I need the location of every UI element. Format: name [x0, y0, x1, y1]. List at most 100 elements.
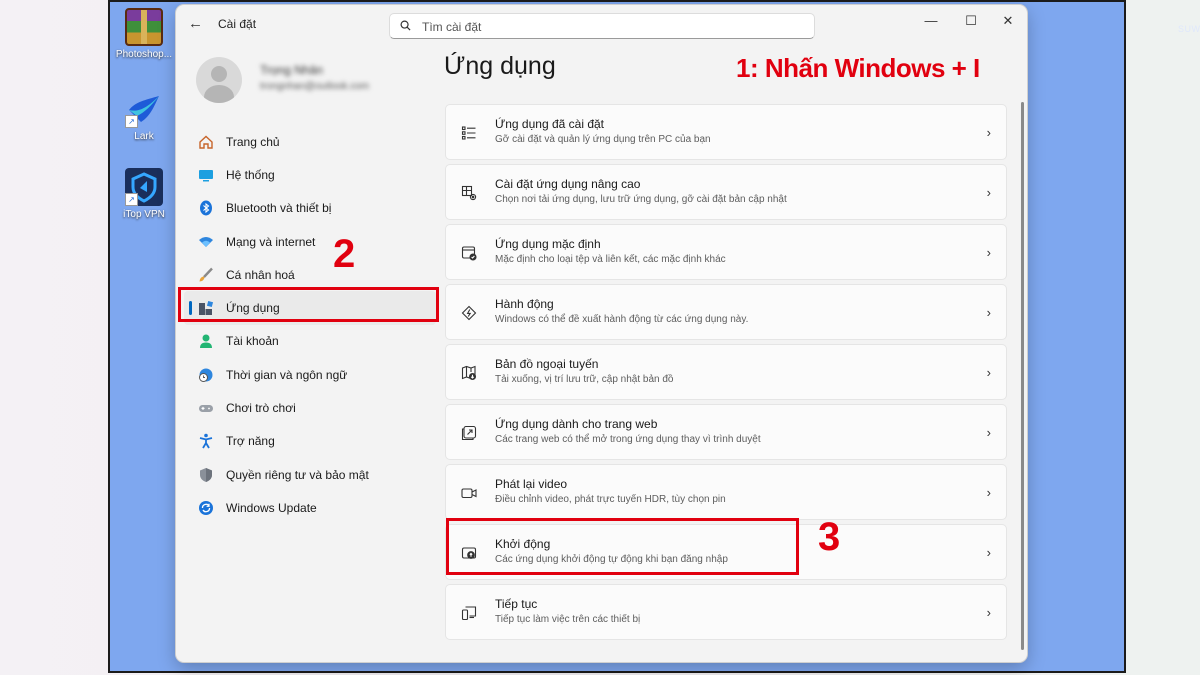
- window-title: Cài đặt: [218, 17, 257, 31]
- sidebar-item-label: Quyền riêng tư và bảo mật: [226, 467, 369, 482]
- card-offline-maps[interactable]: Bản đồ ngoại tuyến Tải xuống, vị trí lưu…: [445, 344, 1007, 400]
- card-subtitle: Tiếp tục làm việc trên các thiết bị: [495, 614, 641, 625]
- card-resume[interactable]: Tiếp tục Tiếp tục làm việc trên các thiế…: [445, 584, 1007, 640]
- video-icon: [460, 484, 478, 502]
- sidebar-item-privacy[interactable]: Quyền riêng tư và bảo mật: [184, 458, 436, 491]
- card-web-apps[interactable]: Ứng dụng dành cho trang web Các trang we…: [445, 404, 1007, 460]
- winrar-icon: [125, 8, 163, 46]
- desktop-icon-label: Photoshop...: [115, 49, 173, 60]
- sidebar-item-label: Tài khoản: [226, 334, 279, 349]
- sidebar-item-label: Hệ thống: [226, 167, 275, 182]
- card-subtitle: Các trang web có thể mở trong ứng dụng t…: [495, 434, 761, 445]
- card-installed-apps[interactable]: Ứng dụng đã cài đặt Gỡ cài đặt và quản l…: [445, 104, 1007, 160]
- search-box[interactable]: [389, 13, 815, 39]
- resume-icon: [460, 604, 478, 622]
- chevron-right-icon: ›: [986, 125, 991, 140]
- card-title: Tiếp tục: [495, 597, 538, 611]
- title-bar: ← Cài đặt — ☐ ✕: [176, 5, 1027, 43]
- default-apps-icon: [460, 244, 478, 262]
- desktop-icon-label: iTop VPN: [123, 209, 165, 220]
- actions-icon: [460, 304, 478, 322]
- shortcut-arrow-icon: ↗: [125, 115, 138, 128]
- sidebar-item-gaming[interactable]: Chơi trò chơi: [184, 391, 436, 424]
- card-default-apps[interactable]: Ứng dụng mặc định Mặc định cho loại tệp …: [445, 224, 1007, 280]
- card-title: Bản đồ ngoại tuyến: [495, 357, 599, 371]
- card-subtitle: Tải xuống, vị trí lưu trữ, cập nhật bản …: [495, 374, 674, 385]
- card-subtitle: Windows có thể đề xuất hành động từ các …: [495, 314, 749, 325]
- sidebar-item-system[interactable]: Hệ thống: [184, 158, 436, 191]
- desktop-icon-itop-vpn[interactable]: ↗ iTop VPN: [114, 168, 174, 220]
- sidebar-item-label: Mạng và internet: [226, 234, 316, 249]
- advanced-apps-icon: [460, 184, 478, 202]
- search-icon: [400, 20, 411, 31]
- sidebar-item-bluetooth[interactable]: Bluetooth và thiết bị: [184, 192, 436, 225]
- profile-email: trongnhan@outlook.com: [260, 81, 370, 92]
- chevron-right-icon: ›: [986, 545, 991, 560]
- offline-maps-icon: [460, 364, 478, 382]
- web-apps-icon: [460, 424, 478, 442]
- home-icon: [198, 134, 214, 150]
- sidebar-item-windows-update[interactable]: Windows Update: [184, 491, 436, 524]
- card-subtitle: Chọn nơi tải ứng dụng, lưu trữ ứng dụng,…: [495, 194, 787, 205]
- chevron-right-icon: ›: [986, 365, 991, 380]
- sidebar-item-network[interactable]: Mạng và internet: [184, 225, 436, 258]
- sidebar-item-label: Bluetooth và thiết bị: [226, 201, 332, 216]
- card-title: Phát lại video: [495, 477, 568, 491]
- page-title: Ứng dụng: [444, 52, 556, 80]
- desktop-icon-label: Lark: [134, 131, 154, 142]
- profile-name: Trọng Nhân: [260, 63, 323, 77]
- sidebar-nav: Trang chủ Hệ thống Bluetooth và thiết bị…: [184, 125, 436, 525]
- minimize-button[interactable]: —: [911, 9, 951, 33]
- card-title: Ứng dụng dành cho trang web: [495, 417, 658, 431]
- desktop-icon-photoshop[interactable]: Photoshop...: [114, 8, 174, 60]
- sidebar-item-label: Trang chủ: [226, 134, 280, 149]
- chevron-right-icon: ›: [986, 425, 991, 440]
- sidebar-item-accounts[interactable]: Tài khoản: [184, 325, 436, 358]
- card-video-playback[interactable]: Phát lại video Điều chỉnh video, phát tr…: [445, 464, 1007, 520]
- card-actions[interactable]: Hành động Windows có thể đề xuất hành độ…: [445, 284, 1007, 340]
- globe-clock-icon: [198, 367, 214, 383]
- card-title: Ứng dụng đã cài đặt: [495, 117, 604, 131]
- sidebar-item-label: Thời gian và ngôn ngữ: [226, 367, 348, 382]
- close-button[interactable]: ✕: [988, 9, 1027, 33]
- system-icon: [198, 167, 214, 183]
- step-3-annotation: 3: [818, 515, 841, 559]
- step-2-annotation: 2: [333, 232, 356, 276]
- sidebar-item-label: Windows Update: [226, 500, 317, 515]
- chevron-right-icon: ›: [986, 605, 991, 620]
- maximize-button[interactable]: ☐: [951, 9, 991, 33]
- installed-apps-icon: [460, 124, 478, 142]
- shortcut-arrow-icon: ↗: [125, 193, 138, 206]
- card-subtitle: Mặc định cho loại tệp và liên kết, các m…: [495, 254, 726, 265]
- card-title: Ứng dụng mặc định: [495, 237, 601, 251]
- chevron-right-icon: ›: [986, 245, 991, 260]
- card-advanced-apps[interactable]: Cài đặt ứng dụng nâng cao Chọn nơi tải ứ…: [445, 164, 1007, 220]
- accessibility-icon: [198, 433, 214, 449]
- desktop-icon-lark[interactable]: ↗ Lark: [114, 90, 174, 142]
- itop-vpn-icon: ↗: [125, 168, 163, 206]
- sidebar-item-home[interactable]: Trang chủ: [184, 125, 436, 158]
- account-icon: [198, 333, 214, 349]
- sidebar-item-label: Trợ năng: [226, 434, 275, 449]
- shield-icon: [198, 467, 214, 483]
- watermark: SUWALLS: [1178, 24, 1200, 34]
- search-input[interactable]: [420, 17, 804, 37]
- highlight-apps-box: [178, 287, 439, 322]
- lark-icon: ↗: [125, 90, 163, 128]
- scrollbar[interactable]: [1021, 102, 1024, 650]
- gamepad-icon: [198, 400, 214, 416]
- card-title: Cài đặt ứng dụng nâng cao: [495, 177, 641, 191]
- card-title: Hành động: [495, 297, 554, 311]
- card-subtitle: Gỡ cài đặt và quản lý ứng dụng trên PC c…: [495, 134, 711, 145]
- wifi-icon: [198, 234, 214, 250]
- sidebar-item-time-language[interactable]: Thời gian và ngôn ngữ: [184, 358, 436, 391]
- sidebar-item-accessibility[interactable]: Trợ năng: [184, 425, 436, 458]
- sidebar-item-label: Cá nhân hoá: [226, 267, 295, 282]
- sidebar-item-label: Chơi trò chơi: [226, 401, 296, 416]
- card-subtitle: Điều chỉnh video, phát trực tuyến HDR, t…: [495, 494, 726, 505]
- highlight-startup-box: [446, 518, 799, 575]
- chevron-right-icon: ›: [986, 305, 991, 320]
- back-arrow-icon[interactable]: ←: [188, 16, 204, 32]
- brush-icon: [198, 267, 214, 283]
- avatar: [196, 57, 242, 103]
